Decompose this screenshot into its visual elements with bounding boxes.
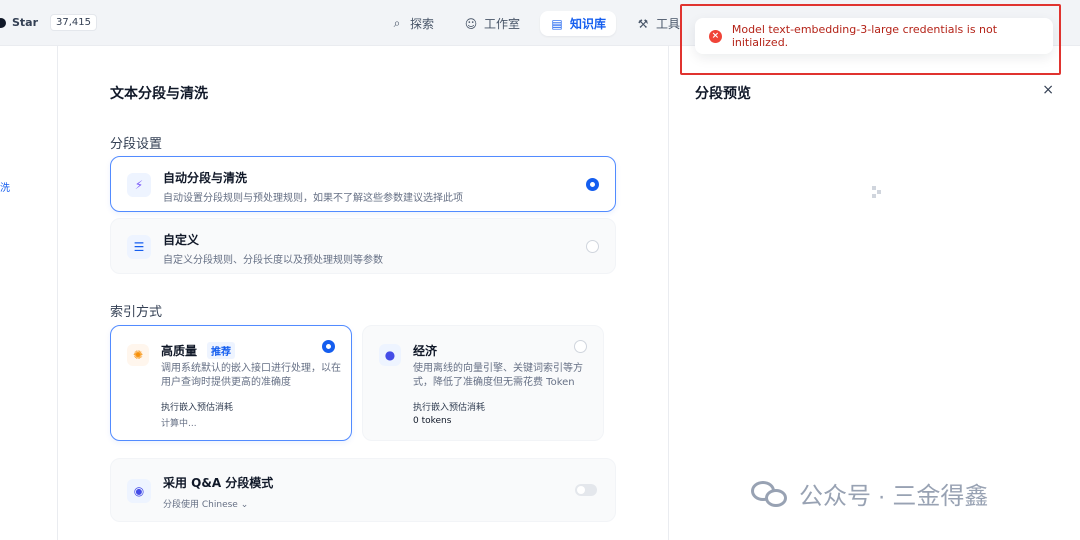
index-card-economy[interactable]: ● 经济 使用离线的向量引擎、关键词索引等方式，降低了准确度但无需花费 Toke… [362,325,604,441]
economy-title: 经济 [413,344,438,358]
segment-preview-panel: 分段预览 × 公众号 · 三金得鑫 [668,46,1080,540]
qa-mode-title: 采用 Q&A 分段模式 [163,476,274,490]
economy-cost-label: 执行嵌入预估消耗 [413,403,486,413]
sparkle-icon: ⚡ [127,173,151,197]
page-title: 文本分段与清洗 [110,86,208,102]
qa-language-select[interactable]: 分段使用 Chinese ⌄ [163,497,248,510]
nav-explore-label: 探索 [410,17,435,31]
high-quality-cost-label: 执行嵌入预估消耗 [161,403,234,413]
segment-section-label: 分段设置 [110,137,163,152]
error-toast-message: Model text-embedding-3-large credentials… [731,23,998,49]
qa-mode-toggle[interactable] [575,484,597,496]
option-auto-segment[interactable]: ⚡ 自动分段与清洗 自动设置分段规则与预处理规则，如果不了解这些参数建议选择此项 [110,156,616,212]
piggy-bank-icon: ● [379,344,401,366]
qa-language-prefix: 分段使用 [163,500,200,510]
radio-auto-segment[interactable] [586,178,599,191]
sun-icon: ✺ [127,344,149,366]
chevron-down-icon: ⌄ [240,500,249,510]
robot-icon: ☺ [464,16,478,31]
loading-icon [872,186,882,200]
radio-high-quality[interactable] [322,340,335,353]
nav-studio[interactable]: ☺ 工作室 [454,11,530,36]
github-star-widget[interactable]: Star 37,415 [0,14,98,31]
index-card-high-quality[interactable]: ✺ 高质量 推荐 调用系统默认的嵌入接口进行处理，以在用户查询时提供更高的准确度… [110,325,352,441]
tool-icon: ⚒ [637,16,649,31]
radio-custom-segment[interactable] [586,240,599,253]
recommend-badge: 推荐 [207,342,235,359]
book-icon: ▤ [551,16,563,31]
option-auto-desc: 自动设置分段规则与预处理规则，如果不了解这些参数建议选择此项 [163,193,463,204]
option-custom-title: 自定义 [163,233,200,247]
compass-icon: ⌕ [393,16,401,30]
watermark: 公众号 · 三金得鑫 [751,476,988,511]
nav-tools-label: 工具 [656,17,681,31]
nav-studio-label: 工作室 [484,17,521,31]
option-auto-title: 自动分段与清洗 [163,171,248,185]
qa-language-value: Chinese [201,500,238,510]
github-star-count: 37,415 [50,14,98,31]
wechat-icon [751,479,789,509]
high-quality-title: 高质量 [161,344,198,358]
segmentation-panel: 文本分段与清洗 分段设置 ⚡ 自动分段与清洗 自动设置分段规则与预处理规则，如果… [58,46,668,540]
github-icon [0,17,6,28]
error-icon: × [709,29,722,43]
github-star-label: Star [12,16,39,29]
error-toast: × Model text-embedding-3-large credentia… [695,18,1053,54]
chat-icon: ◉ [127,479,151,503]
economy-desc: 使用离线的向量引擎、关键词索引等方式，降低了准确度但无需花费 Token [413,363,583,388]
index-section-label: 索引方式 [110,305,163,320]
option-custom-desc: 自定义分段规则、分段长度以及预处理规则等参数 [163,255,383,266]
nav-knowledge-label: 知识库 [570,17,607,31]
qa-mode-option: ◉ 采用 Q&A 分段模式 分段使用 Chinese ⌄ [110,458,616,522]
sliders-icon: ☰ [127,235,151,259]
high-quality-desc: 调用系统默认的嵌入接口进行处理，以在用户查询时提供更高的准确度 [161,363,341,388]
left-sidebar: 洗 [0,46,58,540]
nav-explore[interactable]: ⌕ 探索 [380,11,444,36]
nav-knowledge[interactable]: ▤ 知识库 [540,11,617,36]
close-icon[interactable]: × [1042,82,1054,98]
high-quality-cost-value: 计算中... [161,419,197,429]
main-nav: ⌕ 探索 ☺ 工作室 ▤ 知识库 ⚒ 工具 [380,11,690,36]
sidebar-step-fragment[interactable]: 洗 [0,179,10,194]
watermark-text: 公众号 · 三金得鑫 [799,483,989,510]
preview-title: 分段预览 [695,86,751,102]
option-custom-segment[interactable]: ☰ 自定义 自定义分段规则、分段长度以及预处理规则等参数 [110,218,616,274]
economy-cost-value: 0 tokens [413,416,452,426]
radio-economy[interactable] [574,340,587,353]
